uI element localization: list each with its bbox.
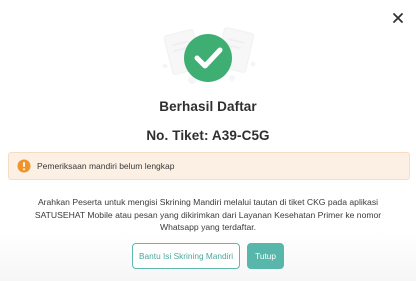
ticket-number: No. Tiket: A39-C5G [146, 128, 270, 143]
instruction-text: Arahkan Peserta untuk mengisi Skrining M… [34, 197, 382, 232]
close-modal-button[interactable]: Tutup [247, 243, 284, 269]
warning-circle-icon [17, 159, 31, 173]
close-icon [393, 13, 403, 23]
registration-success-modal: Berhasil Daftar No. Tiket: A39-C5G Pemer… [0, 0, 416, 281]
warning-text: Pemeriksaan mandiri belum lengkap [37, 161, 175, 171]
modal-actions: Bantu Isi Skrining Mandiri Tutup [0, 243, 416, 269]
close-button[interactable] [390, 10, 406, 26]
success-illustration [140, 16, 276, 98]
check-circle-icon [184, 34, 232, 82]
warning-banner: Pemeriksaan mandiri belum lengkap [8, 152, 410, 180]
assist-screening-button[interactable]: Bantu Isi Skrining Mandiri [132, 243, 241, 269]
modal-title: Berhasil Daftar [159, 99, 257, 114]
